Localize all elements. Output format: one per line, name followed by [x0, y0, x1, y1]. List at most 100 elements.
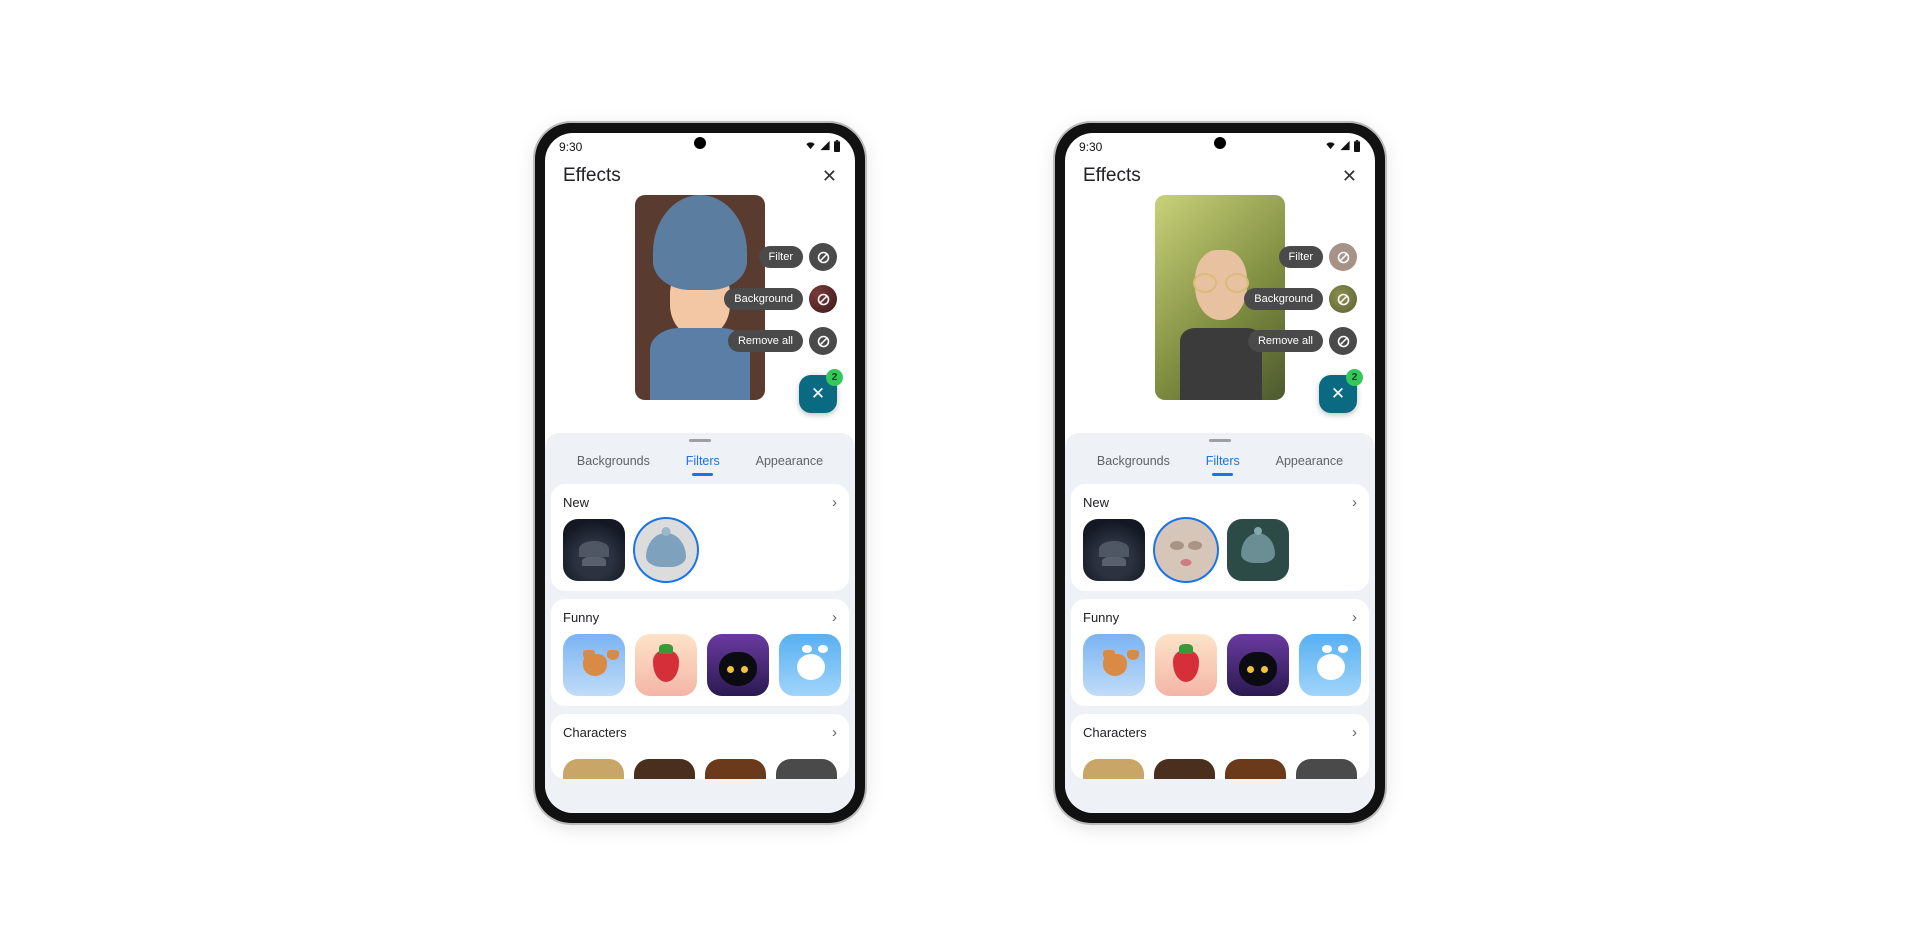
filter-thumb-fedora[interactable] — [563, 519, 625, 581]
section-new: New › — [551, 484, 849, 591]
filter-thumb-bunny[interactable] — [779, 634, 841, 696]
filter-thumb-peek[interactable] — [705, 759, 766, 779]
wifi-icon — [804, 140, 817, 154]
background-disable-button[interactable] — [1329, 285, 1357, 313]
filter-thumb-beanie[interactable] — [635, 519, 697, 581]
filter-thumb-peek[interactable] — [776, 759, 837, 779]
filter-thumb-cat[interactable] — [1227, 634, 1289, 696]
remove-all-pill[interactable]: Remove all — [728, 330, 803, 352]
overlay-removeall-row: Remove all — [1248, 327, 1357, 355]
filter-label-pill[interactable]: Filter — [759, 246, 803, 268]
effects-sheet: Backgrounds Filters Appearance New › — [545, 433, 855, 813]
section-header-new[interactable]: New › — [563, 494, 837, 511]
filter-thumb-cat[interactable] — [707, 634, 769, 696]
tab-backgrounds[interactable]: Backgrounds — [573, 448, 654, 478]
filter-thumb-peek[interactable] — [1296, 759, 1357, 779]
filter-thumb-strawberry[interactable] — [1155, 634, 1217, 696]
chevron-right-icon: › — [832, 609, 837, 626]
chevron-right-icon: › — [832, 724, 837, 741]
effects-close-fab[interactable]: ✕ 2 — [799, 375, 837, 413]
remove-all-pill[interactable]: Remove all — [1248, 330, 1323, 352]
section-funny: Funny › — [551, 599, 849, 706]
filter-thumb-peek[interactable] — [634, 759, 695, 779]
remove-all-button[interactable] — [809, 327, 837, 355]
section-header-funny[interactable]: Funny › — [563, 609, 837, 626]
filter-thumb-peek[interactable] — [563, 759, 624, 779]
section-header-characters[interactable]: Characters › — [1083, 724, 1357, 741]
thumb-row-new — [1083, 519, 1357, 581]
tab-appearance[interactable]: Appearance — [752, 448, 827, 478]
background-label-pill[interactable]: Background — [724, 288, 803, 310]
status-icons — [804, 140, 841, 155]
filter-thumb-fox[interactable] — [1083, 634, 1145, 696]
effects-count-badge: 2 — [1346, 369, 1363, 386]
preview-zone: Filter Background Remove all ✕ 2 — [545, 195, 855, 425]
chevron-right-icon: › — [1352, 494, 1357, 511]
screen: 9:30 Effects ✕ — [1065, 133, 1375, 813]
section-header-new[interactable]: New › — [1083, 494, 1357, 511]
thumb-row-characters — [563, 759, 837, 779]
chevron-right-icon: › — [1352, 609, 1357, 626]
cellular-icon — [1339, 140, 1351, 154]
wifi-icon — [1324, 140, 1337, 154]
chevron-right-icon: › — [832, 494, 837, 511]
section-title: New — [1083, 495, 1109, 510]
filter-thumb-fedora[interactable] — [1083, 519, 1145, 581]
overlay-filter-row: Filter — [1279, 243, 1357, 271]
section-title: New — [563, 495, 589, 510]
tab-appearance[interactable]: Appearance — [1272, 448, 1347, 478]
overlay-background-row: Background — [724, 285, 837, 313]
section-title: Characters — [563, 725, 627, 740]
drag-handle[interactable] — [689, 439, 711, 442]
tab-backgrounds[interactable]: Backgrounds — [1093, 448, 1174, 478]
filter-label-pill[interactable]: Filter — [1279, 246, 1323, 268]
effects-count-badge: 2 — [826, 369, 843, 386]
section-characters: Characters › — [1071, 714, 1369, 779]
thumb-row-new — [563, 519, 837, 581]
remove-all-button[interactable] — [1329, 327, 1357, 355]
drag-handle[interactable] — [1209, 439, 1231, 442]
page-title: Effects — [1083, 165, 1141, 187]
background-label-pill[interactable]: Background — [1244, 288, 1323, 310]
tab-filters[interactable]: Filters — [1202, 448, 1244, 478]
sections: New › Funny › — [545, 478, 855, 813]
filter-thumb-peek[interactable] — [1154, 759, 1215, 779]
status-icons — [1324, 140, 1361, 155]
section-title: Funny — [1083, 610, 1119, 625]
section-header-funny[interactable]: Funny › — [1083, 609, 1357, 626]
section-title: Funny — [563, 610, 599, 625]
effects-sheet: Backgrounds Filters Appearance New › — [1065, 433, 1375, 813]
filter-thumb-face-mask[interactable] — [1155, 519, 1217, 581]
filter-thumb-beanie[interactable] — [1227, 519, 1289, 581]
close-icon[interactable]: ✕ — [822, 166, 837, 187]
filter-thumb-peek[interactable] — [1083, 759, 1144, 779]
battery-icon — [1353, 140, 1361, 155]
close-icon[interactable]: ✕ — [1342, 166, 1357, 187]
header: Effects ✕ — [1065, 161, 1375, 195]
camera-notch — [1214, 137, 1226, 149]
section-header-characters[interactable]: Characters › — [563, 724, 837, 741]
filter-thumb-strawberry[interactable] — [635, 634, 697, 696]
filter-thumb-peek[interactable] — [1225, 759, 1286, 779]
battery-icon — [833, 140, 841, 155]
tab-filters[interactable]: Filters — [682, 448, 724, 478]
overlay-filter-row: Filter — [759, 243, 837, 271]
section-funny: Funny › — [1071, 599, 1369, 706]
section-new: New › — [1071, 484, 1369, 591]
phone-frame-left: 9:30 Effects ✕ Filter — [535, 123, 865, 823]
overlay-background-row: Background — [1244, 285, 1357, 313]
filter-thumb-bunny[interactable] — [1299, 634, 1361, 696]
chevron-right-icon: › — [1352, 724, 1357, 741]
thumb-row-characters — [1083, 759, 1357, 779]
status-time: 9:30 — [1079, 140, 1102, 154]
filter-thumb-fox[interactable] — [563, 634, 625, 696]
filter-disable-button[interactable] — [1329, 243, 1357, 271]
effects-close-fab[interactable]: ✕ 2 — [1319, 375, 1357, 413]
section-characters: Characters › — [551, 714, 849, 779]
sections: New › Funny › — [1065, 478, 1375, 813]
phone-frame-right: 9:30 Effects ✕ — [1055, 123, 1385, 823]
tabs: Backgrounds Filters Appearance — [545, 444, 855, 478]
filter-disable-button[interactable] — [809, 243, 837, 271]
preview-zone: Filter Background Remove all ✕ 2 — [1065, 195, 1375, 425]
background-disable-button[interactable] — [809, 285, 837, 313]
